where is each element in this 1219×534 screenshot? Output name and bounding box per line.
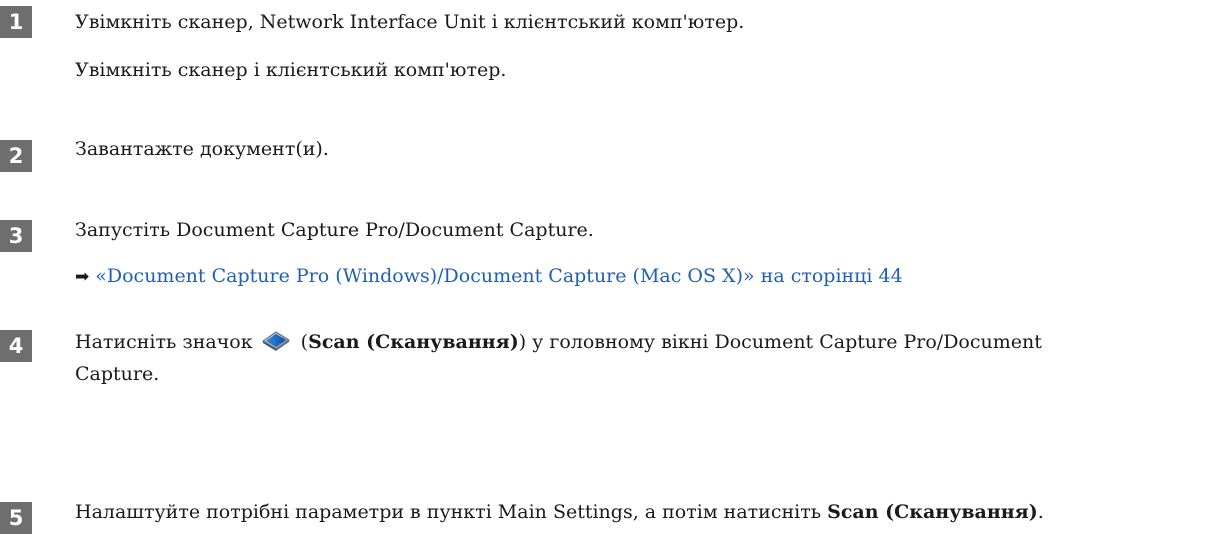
step-5-text: Налаштуйте потрібні параметри в пункті M… — [75, 498, 1209, 526]
step-5-text-before: Налаштуйте потрібні параметри в пункті M… — [75, 501, 828, 523]
step-3-text: Запустіть Document Capture Pro/Document … — [75, 219, 594, 241]
step-4-paren-open: ( — [300, 331, 309, 353]
step-4-text-before: Натисніть значок — [75, 331, 253, 353]
step-4-text-wrap: Capture. — [75, 363, 160, 385]
step-4-text: Натисніть значок (Scan (Сканування)) у г… — [75, 328, 1209, 388]
step-5-bold: Scan (Сканування) — [827, 501, 1038, 523]
step-1-text: Увімкніть сканер, Network Interface Unit… — [75, 11, 745, 33]
step-4-bold: Scan (Сканування) — [308, 331, 519, 353]
right-arrow-icon: ➡ — [75, 267, 90, 287]
step-2-badge: 2 — [0, 140, 32, 172]
step-4-text-after: ) у головному вікні Document Capture Pro… — [518, 331, 1042, 353]
scan-icon — [261, 330, 291, 360]
step-2-text: Завантажте документ(и). — [75, 138, 329, 160]
step-3-badge: 3 — [0, 220, 32, 252]
step-1-subtext: Увімкніть сканер і клієнтський комп'ютер… — [75, 59, 507, 81]
step-5-text-after: . — [1037, 501, 1044, 523]
step-3-link-line: ➡ «Document Capture Pro (Windows)/Documen… — [75, 262, 903, 291]
document-capture-link[interactable]: «Document Capture Pro (Windows)/Document… — [95, 265, 902, 287]
step-5-badge: 5 — [0, 502, 32, 534]
step-1-badge: 1 — [0, 6, 32, 38]
step-4-badge: 4 — [0, 330, 32, 362]
